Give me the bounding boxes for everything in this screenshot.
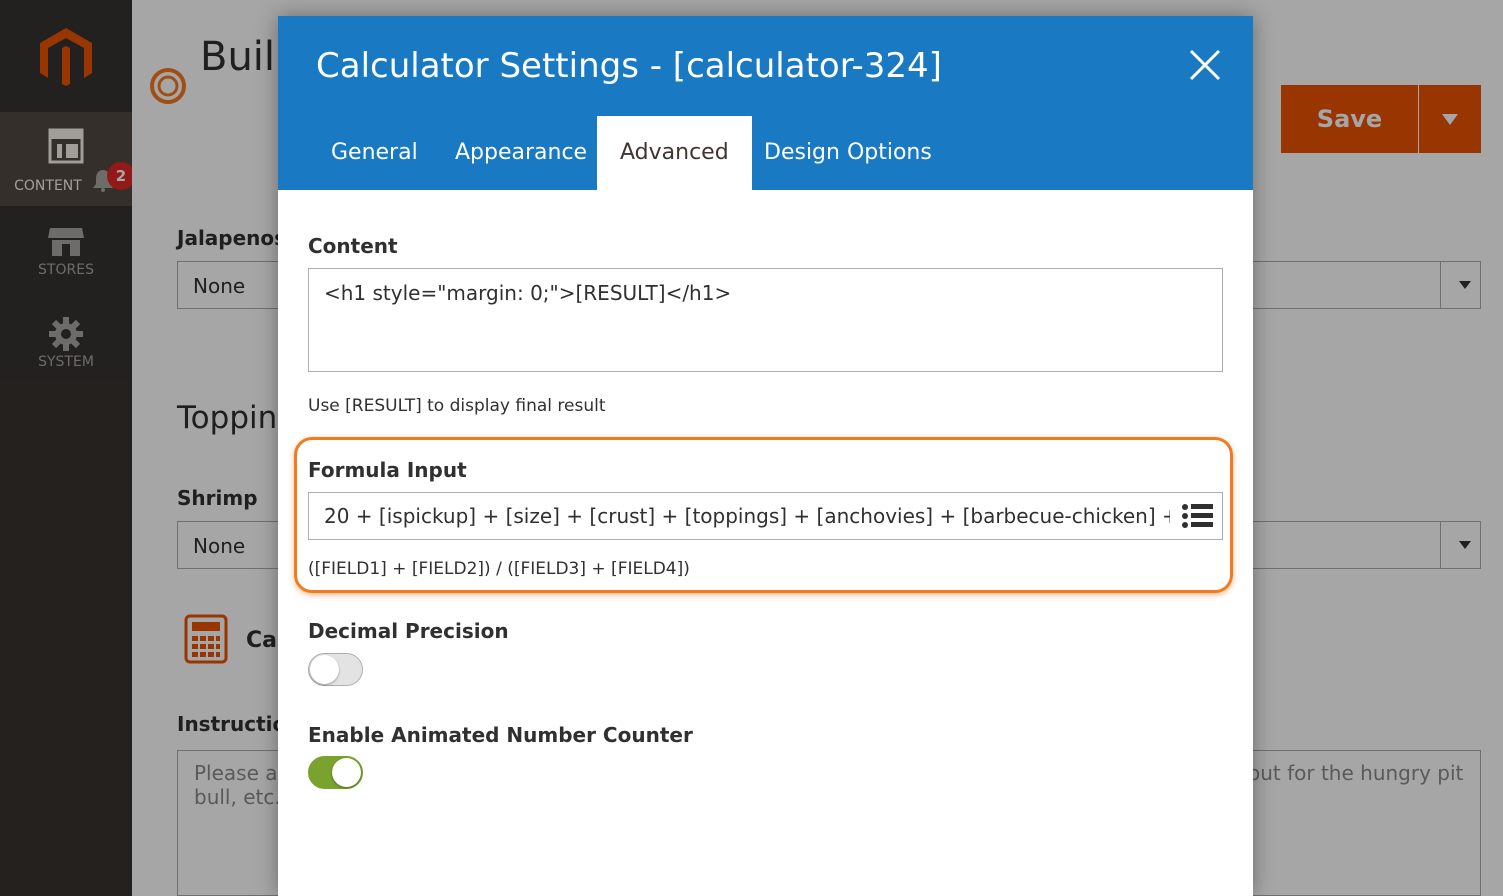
content-label: Content xyxy=(308,234,398,258)
animated-counter-label: Enable Animated Number Counter xyxy=(308,723,693,747)
formula-note: ([FIELD1] + [FIELD2]) / ([FIELD3] + [FIE… xyxy=(308,559,690,579)
list-icon[interactable] xyxy=(1181,502,1213,530)
decimal-precision-label: Decimal Precision xyxy=(308,619,509,643)
formula-value: 20 + [ispickup] + [size] + [crust] + [to… xyxy=(324,504,1170,528)
tab-general[interactable]: General xyxy=(308,116,441,190)
modal-header: Calculator Settings - [calculator-324] G… xyxy=(278,16,1253,190)
formula-label: Formula Input xyxy=(308,458,467,482)
formula-input[interactable]: 20 + [ispickup] + [size] + [crust] + [to… xyxy=(308,492,1223,540)
tab-advanced[interactable]: Advanced xyxy=(597,116,752,190)
modal-title: Calculator Settings - [calculator-324] xyxy=(316,46,942,86)
content-textarea[interactable]: <h1 style="margin: 0;">[RESULT]</h1> xyxy=(308,268,1223,372)
tab-design-options[interactable]: Design Options xyxy=(741,116,955,190)
decimal-precision-toggle[interactable] xyxy=(308,653,363,686)
animated-counter-toggle[interactable] xyxy=(308,756,363,789)
content-note: Use [RESULT] to display final result xyxy=(308,396,606,416)
toggle-knob xyxy=(332,758,361,787)
toggle-knob xyxy=(310,655,339,684)
close-icon[interactable] xyxy=(1178,46,1232,86)
calculator-settings-modal: Calculator Settings - [calculator-324] G… xyxy=(278,16,1253,896)
tab-appearance[interactable]: Appearance xyxy=(432,116,610,190)
